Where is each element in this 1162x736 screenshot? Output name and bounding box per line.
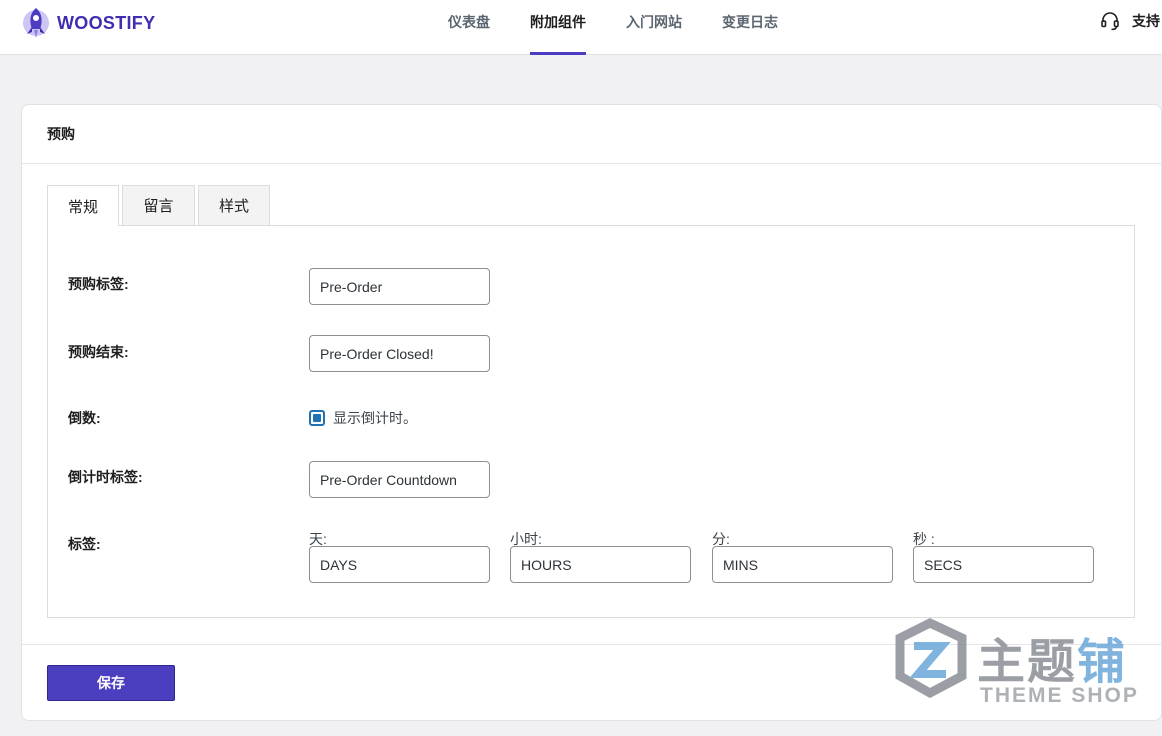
nav-starter-sites[interactable]: 入门网站	[626, 0, 682, 55]
rocket-logo-icon	[23, 8, 49, 38]
labels-label: 标签:	[68, 536, 101, 552]
tab-general[interactable]: 常规	[47, 185, 119, 226]
brand-name: WOOSTIFY	[57, 12, 156, 33]
mins-input[interactable]	[712, 546, 893, 583]
countdown-label-input[interactable]	[309, 461, 490, 498]
settings-tabs: 常规 留言 样式	[47, 185, 273, 226]
secs-input[interactable]	[913, 546, 1094, 583]
preorder-label-label: 预购标签:	[68, 276, 129, 292]
watermark-cn-text: 主题铺	[977, 622, 1127, 692]
nav-dashboard[interactable]: 仪表盘	[448, 0, 490, 55]
preorder-label-input[interactable]	[309, 268, 490, 305]
countdown-checkbox-text: 显示倒计时。	[333, 410, 417, 426]
watermark-cn-main: 主题	[977, 636, 1078, 689]
countdown-label-label: 倒计时标签:	[68, 469, 143, 485]
support-link[interactable]: 支持	[1100, 11, 1160, 31]
preorder-closed-input[interactable]	[309, 335, 490, 372]
tab-panel-general: 预购标签: 预购结束: 倒数: 显示倒计时。 倒计时标签: 标签: 天: 小时:…	[47, 225, 1135, 618]
save-button[interactable]: 保存	[47, 665, 175, 701]
theme-shop-watermark: 主题铺 THEME SHOP	[890, 618, 1140, 713]
watermark-logo-icon	[895, 618, 967, 699]
main-nav: 仪表盘 附加组件 入门网站 变更日志	[448, 0, 818, 55]
countdown-label: 倒数:	[68, 410, 101, 426]
checkbox-checked-mark	[313, 414, 321, 422]
preorder-closed-label: 预购结束:	[68, 344, 129, 360]
top-bar: WOOSTIFY 仪表盘 附加组件 入门网站 变更日志 支持	[0, 0, 1162, 55]
watermark-cn-accent: 铺	[1077, 636, 1128, 689]
tab-style[interactable]: 样式	[198, 185, 270, 225]
countdown-checkbox[interactable]	[309, 410, 325, 426]
nav-addons[interactable]: 附加组件	[530, 0, 586, 55]
card-title: 预购	[22, 105, 1161, 164]
tab-messages[interactable]: 留言	[122, 185, 195, 225]
hours-input[interactable]	[510, 546, 691, 583]
countdown-checkbox-row[interactable]: 显示倒计时。	[309, 408, 417, 428]
nav-changelog[interactable]: 变更日志	[722, 0, 778, 55]
brand-logo[interactable]: WOOSTIFY	[20, 5, 155, 41]
headset-icon	[1101, 12, 1119, 31]
watermark-en-text: THEME SHOP	[980, 684, 1139, 707]
support-label: 支持	[1132, 13, 1160, 29]
days-input[interactable]	[309, 546, 490, 583]
